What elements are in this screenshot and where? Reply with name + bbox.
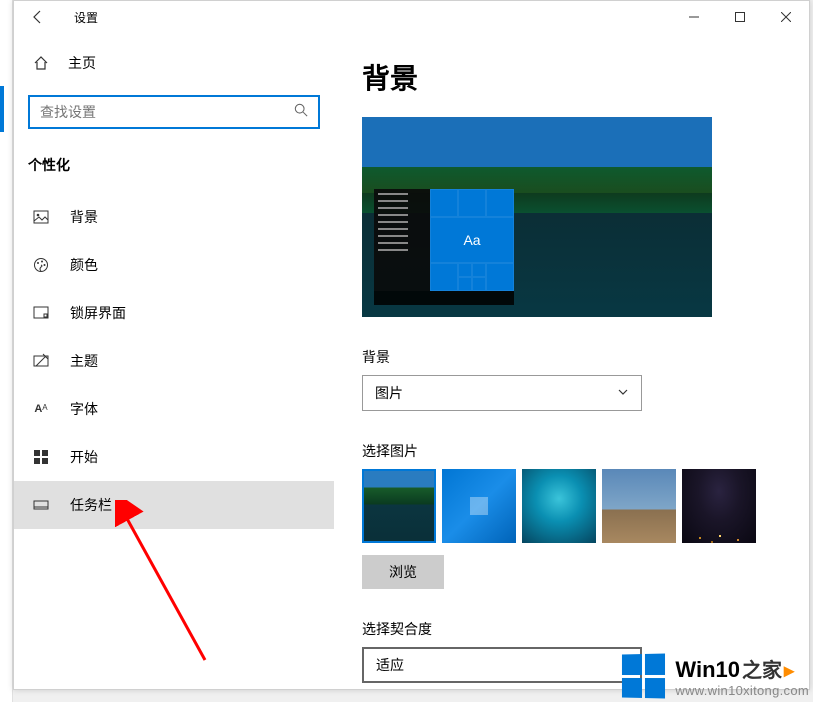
nav-themes[interactable]: 主题 bbox=[14, 337, 334, 385]
browse-button[interactable]: 浏览 bbox=[362, 555, 444, 589]
nav-background[interactable]: 背景 bbox=[14, 193, 334, 241]
thumbnail-2[interactable] bbox=[442, 469, 516, 543]
watermark-brand-suffix: 之家 bbox=[742, 654, 782, 683]
thumbnail-3[interactable] bbox=[522, 469, 596, 543]
background-label: 背景 bbox=[362, 347, 785, 367]
fonts-icon: AA bbox=[32, 403, 50, 415]
maximize-button[interactable] bbox=[717, 1, 763, 33]
dropdown-value: 图片 bbox=[375, 383, 403, 403]
nav-fonts[interactable]: AA 字体 bbox=[14, 385, 334, 433]
home-nav[interactable]: 主页 bbox=[14, 43, 334, 83]
settings-window: 设置 主页 个性化 背景 颜色 bbox=[13, 0, 810, 690]
thumbnail-5[interactable] bbox=[682, 469, 756, 543]
fit-dropdown[interactable]: 适应 bbox=[362, 647, 642, 683]
main-content: 背景 Aa 背景 图片 选择图片 bbox=[334, 33, 809, 689]
preview-taskbar bbox=[374, 291, 514, 305]
home-icon bbox=[32, 55, 50, 71]
taskbar-icon bbox=[32, 497, 50, 513]
start-icon bbox=[32, 450, 50, 464]
preview-tiles: Aa bbox=[430, 189, 514, 291]
page-title: 背景 bbox=[362, 57, 785, 97]
themes-icon bbox=[32, 353, 50, 369]
close-button[interactable] bbox=[763, 1, 809, 33]
nav-taskbar[interactable]: 任务栏 bbox=[14, 481, 334, 529]
titlebar: 设置 bbox=[14, 1, 809, 33]
window-title: 设置 bbox=[74, 9, 98, 26]
lockscreen-icon bbox=[32, 305, 50, 321]
search-icon bbox=[294, 103, 308, 122]
picture-icon bbox=[32, 209, 50, 225]
nav-label: 背景 bbox=[70, 207, 98, 227]
preview-start-menu bbox=[374, 189, 430, 291]
nav-label: 锁屏界面 bbox=[70, 303, 126, 323]
picture-thumbnails bbox=[362, 469, 785, 543]
nav-label: 颜色 bbox=[70, 255, 98, 275]
home-label: 主页 bbox=[68, 53, 96, 73]
nav-start[interactable]: 开始 bbox=[14, 433, 334, 481]
nav-lockscreen[interactable]: 锁屏界面 bbox=[14, 289, 334, 337]
minimize-button[interactable] bbox=[671, 1, 717, 33]
palette-icon bbox=[32, 257, 50, 273]
thumbnail-1[interactable] bbox=[362, 469, 436, 543]
background-dropdown[interactable]: 图片 bbox=[362, 375, 642, 411]
back-button[interactable] bbox=[18, 1, 58, 33]
background-window-edge bbox=[0, 0, 13, 702]
sidebar: 主页 个性化 背景 颜色 锁屏界面 主题 bbox=[14, 33, 334, 689]
fit-label: 选择契合度 bbox=[362, 619, 785, 639]
watermark-brand-prefix: Win10 bbox=[675, 657, 740, 683]
fit-value: 适应 bbox=[376, 655, 404, 675]
choose-picture-label: 选择图片 bbox=[362, 441, 785, 461]
chevron-down-icon bbox=[617, 385, 629, 401]
watermark: Win10 之家 ▸ www.win10xitong.com bbox=[621, 654, 809, 698]
nav-label: 字体 bbox=[70, 399, 98, 419]
watermark-logo-icon bbox=[622, 653, 665, 698]
nav-label: 任务栏 bbox=[70, 495, 112, 515]
desktop-preview: Aa bbox=[362, 117, 712, 317]
nav-label: 主题 bbox=[70, 351, 98, 371]
nav-colors[interactable]: 颜色 bbox=[14, 241, 334, 289]
category-header: 个性化 bbox=[14, 141, 334, 193]
edge-accent bbox=[0, 86, 4, 132]
thumbnail-4[interactable] bbox=[602, 469, 676, 543]
search-input[interactable] bbox=[40, 104, 294, 120]
preview-sample-tile: Aa bbox=[430, 217, 514, 263]
nav-label: 开始 bbox=[70, 447, 98, 467]
watermark-arrow-icon: ▸ bbox=[784, 658, 794, 683]
watermark-url: www.win10xitong.com bbox=[675, 683, 809, 698]
search-input-container[interactable] bbox=[28, 95, 320, 129]
